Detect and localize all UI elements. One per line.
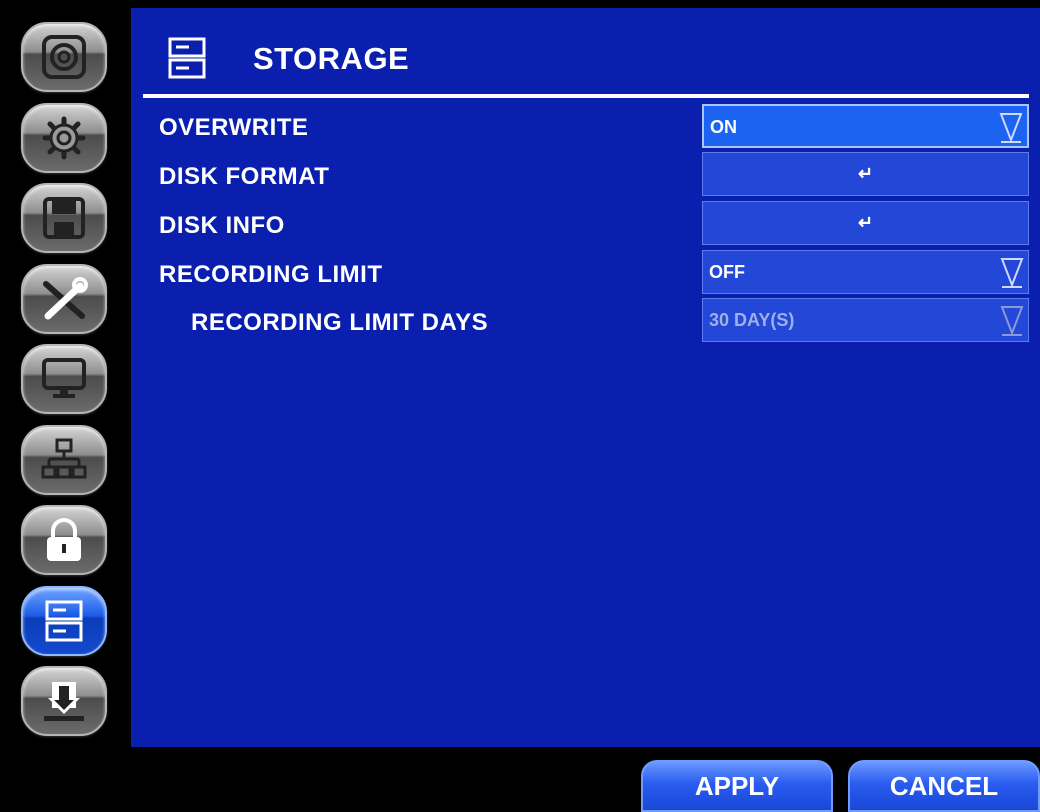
cancel-button[interactable]: CANCEL [848,760,1040,812]
overwrite-dropdown[interactable]: ON [702,104,1029,148]
floppy-disk-icon [43,197,85,239]
dropdown-arrow-icon [1000,306,1024,336]
recording-limit-value: OFF [709,262,745,282]
enter-icon: ↵ [857,212,874,233]
disk-info-label: DISK INFO [159,212,285,239]
disk-format-label: DISK FORMAT [159,163,330,190]
sidebar-item-settings[interactable] [21,103,107,173]
sidebar-item-camera[interactable] [21,22,107,92]
storage-icon [45,600,83,642]
monitor-icon [42,358,86,398]
storage-panel: STORAGE OVERWRITE ON DISK FORMAT ↵ DISK … [131,8,1040,747]
storage-icon [168,37,206,79]
sidebar-item-storage[interactable] [21,586,107,656]
download-icon [44,682,84,721]
apply-button[interactable]: APPLY [641,760,833,812]
sidebar-item-record[interactable] [21,183,107,253]
disk-info-button[interactable]: ↵ [702,201,1029,245]
recording-limit-dropdown[interactable]: OFF [702,250,1029,294]
recording-limit-days-label: RECORDING LIMIT DAYS [191,309,489,336]
recording-limit-days-dropdown[interactable]: 30 DAY(S) [702,298,1029,342]
recording-limit-label: RECORDING LIMIT [159,261,383,288]
sidebar-item-display[interactable] [21,344,107,414]
disk-format-button[interactable]: ↵ [702,152,1029,196]
page-title: STORAGE [253,41,410,76]
sidebar-menu [0,0,120,812]
overwrite-value: ON [710,117,737,137]
recording-limit-days-value: 30 DAY(S) [709,310,795,330]
sidebar-item-network[interactable] [21,425,107,495]
lock-icon [47,518,81,561]
network-icon [41,438,87,479]
title-divider [143,94,1029,98]
sidebar-item-security[interactable] [21,505,107,575]
enter-icon: ↵ [857,163,874,184]
dropdown-arrow-icon [999,113,1023,143]
gear-icon [42,116,86,160]
tools-icon [43,277,88,320]
camera-icon [42,35,86,79]
sidebar-item-system[interactable] [21,264,107,334]
dropdown-arrow-icon [1000,258,1024,288]
sidebar-item-backup[interactable] [21,666,107,736]
overwrite-label: OVERWRITE [159,114,309,141]
